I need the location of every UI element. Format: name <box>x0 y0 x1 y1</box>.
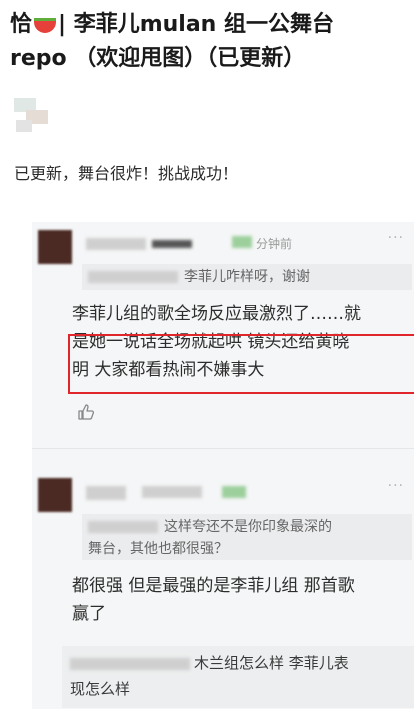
comment-item: ··· 这样夸还不是你印象最深的 舞台，其他也都很强？ 都很强 但是最强的是李菲… <box>32 470 414 624</box>
blurred-username <box>70 657 190 670</box>
quoted-comment: 李菲儿咋样呀，谢谢 <box>82 264 412 290</box>
blurred-username <box>88 271 178 283</box>
reply-line: 是她一说话全场就起哄 镜头还给黄晓 <box>72 332 350 352</box>
comment-meta <box>82 480 382 502</box>
more-icon[interactable]: ··· <box>388 230 404 246</box>
timestamp: 分钟前 <box>256 237 293 251</box>
post-body: 已更新，舞台很炸！挑战成功！ <box>14 164 239 183</box>
watermelon-icon <box>34 17 57 33</box>
quote-text: 这样夸还不是你印象最深的 <box>164 519 332 535</box>
reply-line: 李菲儿组的歌全场反应最激烈了……就 <box>72 304 361 324</box>
reply-line: 都很强 但是最强的是李菲儿组 那首歌 <box>72 576 355 596</box>
reply-line: 明 大家都看热闹不嫌事大 <box>72 360 265 380</box>
title-rest: | 李菲儿mulan 组一公舞台 <box>58 12 335 37</box>
blurred-icon <box>222 486 246 498</box>
nested-reply-text: 木兰组怎么样 李菲儿表 <box>194 654 349 672</box>
post-title: 恰 | 李菲儿mulan 组一公舞台 repo （欢迎甩图）（已更新） <box>10 8 406 76</box>
blurred-username <box>88 521 158 533</box>
quote-text: 舞台，其他也都很强？ <box>88 541 228 557</box>
blurred-badge <box>142 486 202 498</box>
comment-reply-text: 李菲儿组的歌全场反应最激烈了……就 是她一说话全场就起哄 镜头还给黄晓 明 大家… <box>72 300 412 384</box>
avatar[interactable] <box>38 478 72 512</box>
post-image-thumbnail[interactable] <box>14 98 52 134</box>
blurred-username <box>86 238 146 250</box>
comment-item: 分钟前 ··· 李菲儿咋样呀，谢谢 李菲儿组的歌全场反应最激烈了……就 是她一说… <box>32 222 414 452</box>
divider <box>32 448 414 449</box>
post-title-line-2: repo （欢迎甩图）（已更新） <box>10 46 306 71</box>
title-start: 恰 <box>10 12 33 37</box>
more-icon[interactable]: ··· <box>388 478 404 494</box>
thumbs-up-icon[interactable] <box>76 402 96 422</box>
blurred-username <box>86 486 126 500</box>
comment-section: 分钟前 ··· 李菲儿咋样呀，谢谢 李菲儿组的歌全场反应最激烈了……就 是她一说… <box>32 222 414 709</box>
quote-text: 李菲儿咋样呀，谢谢 <box>184 269 310 285</box>
blurred-badge <box>152 240 192 248</box>
nested-reply-text: 现怎么样 <box>70 680 131 698</box>
post-title-line-1: 恰 | 李菲儿mulan 组一公舞台 <box>10 8 406 42</box>
avatar[interactable] <box>38 230 72 264</box>
blurred-icon <box>232 236 252 248</box>
nested-reply[interactable]: 木兰组怎么样 李菲儿表 现怎么样 <box>62 646 414 708</box>
comment-reply-text: 都很强 但是最强的是李菲儿组 那首歌 赢了 <box>72 572 412 628</box>
reply-line: 赢了 <box>72 604 106 624</box>
quoted-comment: 这样夸还不是你印象最深的 舞台，其他也都很强？ <box>82 514 412 560</box>
comment-meta: 分钟前 <box>82 232 382 254</box>
